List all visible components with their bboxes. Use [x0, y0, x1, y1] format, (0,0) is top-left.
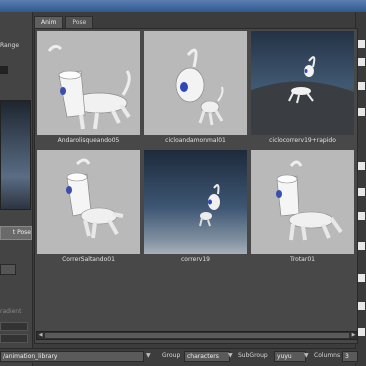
left-field-1[interactable] [0, 322, 28, 331]
thumbnail-item[interactable]: correrv19 [142, 148, 249, 267]
range-field[interactable] [0, 66, 8, 74]
character-figure [175, 48, 224, 126]
thumbnail-item[interactable]: ciclocorrerv19+rapido [249, 29, 356, 148]
thumbnail-item[interactable]: cicloandamonmal01 [142, 29, 249, 148]
right-tool-icon[interactable] [357, 162, 365, 170]
columns-field[interactable]: 3 [342, 351, 358, 362]
tab-pose[interactable]: Pose [65, 16, 94, 28]
left-panel: Range t Pose radient [0, 12, 33, 366]
left-field-2[interactable] [0, 334, 28, 343]
thumbnail-image [37, 31, 140, 135]
library-settings-bar: /animation_library ▼ Group characters ▼ … [0, 348, 358, 363]
character-figure [251, 56, 354, 135]
tab-anim[interactable]: Anim [34, 16, 64, 28]
thumbnail-caption: Trotar01 [290, 256, 315, 263]
library-path-field[interactable]: /animation_library [0, 351, 144, 362]
subgroup-select[interactable]: yuyu [274, 351, 306, 362]
tab-bar: Anim Pose [34, 16, 95, 28]
group-label: Group [162, 352, 181, 359]
preview-swatch [0, 100, 31, 210]
thumbnail-grid: Andarolisqueando05 cicloandamonmal01 cic… [34, 28, 358, 344]
thumbnail-caption: cicloandamonmal01 [165, 137, 226, 144]
thumbnail-caption: correrv19 [180, 256, 210, 263]
character-figure [66, 158, 124, 239]
chevron-down-icon[interactable]: ▼ [304, 352, 309, 359]
chevron-down-icon[interactable]: ▼ [146, 352, 151, 359]
thumbnail-image [144, 31, 247, 135]
right-tool-icon[interactable] [357, 82, 365, 90]
thumbnail-image [37, 150, 140, 254]
right-tool-icon[interactable] [357, 274, 365, 282]
right-tool-icon[interactable] [357, 188, 365, 196]
range-label: Range [0, 42, 20, 49]
right-tool-icon[interactable] [357, 302, 365, 310]
window-title-bar [0, 0, 366, 12]
right-tool-icon[interactable] [357, 242, 365, 250]
thumbnail-item[interactable]: Andarolisqueando05 [35, 29, 142, 148]
right-tool-icon[interactable] [357, 328, 365, 336]
thumbnail-caption: ciclocorrerv19+rapido [269, 137, 336, 144]
thumbnail-image [251, 150, 354, 254]
group-select[interactable]: characters [184, 351, 230, 362]
scroll-left-icon[interactable]: ◀ [37, 332, 44, 339]
right-tool-icon[interactable] [357, 58, 365, 66]
character-figure [47, 44, 131, 130]
thumbnail-caption: Andarolisqueando05 [57, 137, 120, 144]
thumbnail-image [144, 150, 247, 254]
chevron-down-icon[interactable]: ▼ [228, 352, 233, 359]
right-tool-icon[interactable] [357, 40, 365, 48]
pose-button[interactable]: t Pose [0, 226, 32, 240]
thumbnail-item[interactable]: Trotar01 [249, 148, 356, 267]
gradient-label: radient [0, 308, 22, 315]
columns-label: Columns [314, 352, 341, 359]
horizontal-scrollbar[interactable]: ◀ ▶ [36, 331, 358, 340]
right-tool-icon[interactable] [357, 108, 365, 116]
thumbnail-image [251, 31, 354, 135]
thumbnail-item[interactable]: CorrerSaltando01 [35, 148, 142, 267]
scroll-thumb[interactable] [45, 333, 349, 338]
left-dropdown[interactable] [0, 264, 16, 275]
character-figure [199, 184, 220, 227]
subgroup-label: SubGroup [238, 352, 268, 359]
right-tool-icon[interactable] [357, 212, 365, 220]
thumbnail-caption: CorrerSaltando01 [62, 256, 115, 263]
character-figure [276, 160, 343, 241]
scroll-right-icon[interactable]: ▶ [350, 332, 357, 339]
